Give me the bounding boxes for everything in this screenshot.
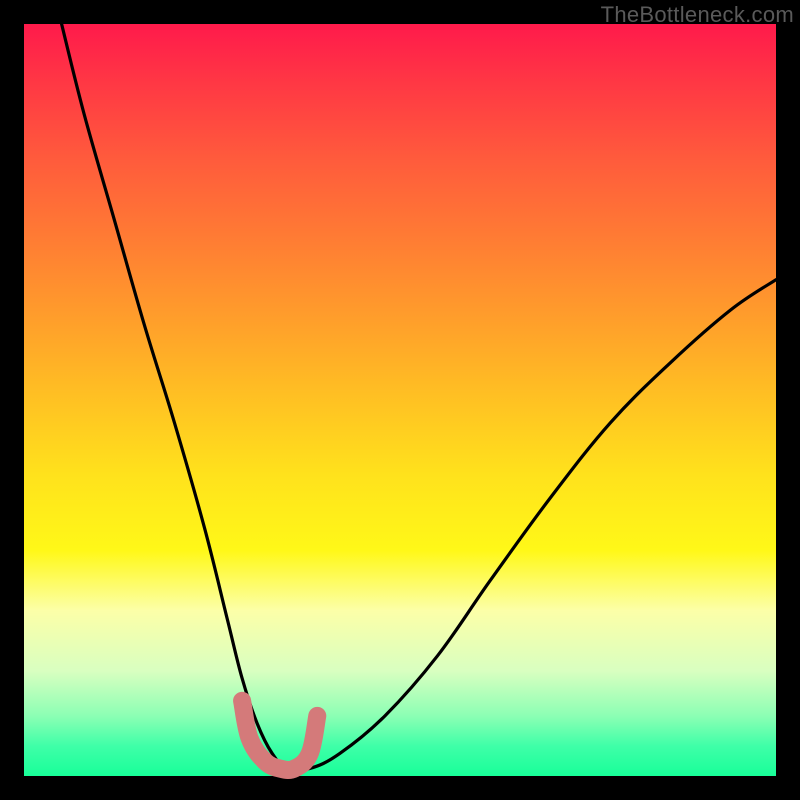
- chart-canvas: TheBottleneck.com: [0, 0, 800, 800]
- bottleneck-curve: [62, 24, 776, 771]
- chart-svg: [24, 24, 776, 776]
- watermark-text: TheBottleneck.com: [601, 2, 794, 28]
